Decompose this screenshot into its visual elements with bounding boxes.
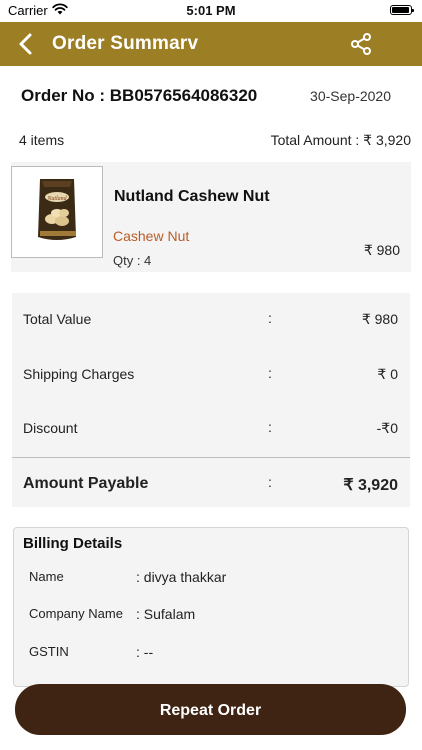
amount-payable-value: ₹ 3,920: [343, 477, 398, 494]
product-card[interactable]: Nutland Nutland Cashew Nut Cashew Nut Qt…: [11, 162, 411, 272]
amount-payable-row: Amount Payable : ₹ 3,920: [12, 469, 410, 499]
product-name: Nutland Cashew Nut: [114, 188, 270, 205]
product-image: Nutland: [11, 166, 103, 258]
billing-label: Company Name: [29, 606, 123, 621]
summary-colon: :: [268, 365, 272, 381]
total-amount: Total Amount : ₹ 3,920: [270, 132, 411, 148]
summary-label: Total Value: [23, 311, 92, 327]
billing-title: Billing Details: [23, 535, 123, 552]
order-date: 30-Sep-2020: [310, 88, 391, 104]
amount-payable-label: Amount Payable: [23, 475, 149, 492]
share-icon[interactable]: [349, 32, 373, 56]
summary-value: -₹0: [376, 420, 398, 436]
billing-value: Sufalam: [143, 606, 196, 622]
summary-divider: [12, 457, 410, 458]
billing-colon: :: [136, 569, 140, 585]
clock: 5:01 PM: [186, 3, 236, 18]
billing-company-row: Company Name : Sufalam: [14, 603, 410, 627]
billing-gstin-row: GSTIN : --: [14, 641, 410, 665]
billing-colon: :: [136, 644, 140, 660]
product-quantity: Qty : 4: [113, 253, 152, 268]
price-summary-card: Total Value : ₹ 980 Shipping Charges : ₹…: [12, 293, 410, 507]
status-bar: Carrier 5:01 PM: [0, 0, 422, 22]
repeat-order-button[interactable]: Repeat Order: [15, 684, 406, 735]
billing-name-row: Name : divya thakkar: [14, 566, 410, 590]
discount-row: Discount : -₹0: [12, 414, 410, 444]
items-count: 4 items: [19, 132, 65, 148]
billing-value: divya thakkar: [143, 569, 227, 585]
billing-label: GSTIN: [29, 644, 69, 659]
product-price: ₹ 980: [363, 242, 400, 258]
total-value-row: Total Value : ₹ 980: [12, 305, 410, 335]
summary-colon: :: [268, 419, 272, 435]
summary-value: ₹ 980: [361, 311, 398, 327]
billing-colon: :: [136, 606, 140, 622]
product-package-image: Nutland: [38, 179, 76, 240]
billing-details-card: Billing Details Name : divya thakkar Com…: [13, 527, 409, 687]
summary-colon: :: [268, 474, 272, 490]
navigation-bar: Order Summarv: [0, 22, 422, 66]
battery-icon: [390, 5, 414, 15]
summary-colon: :: [268, 310, 272, 326]
svg-text:Nutland: Nutland: [46, 196, 67, 202]
product-category: Cashew Nut: [113, 228, 190, 244]
summary-value: ₹ 0: [377, 366, 398, 382]
order-number: Order No : BB0576564086320: [21, 86, 258, 105]
shipping-charges-row: Shipping Charges : ₹ 0: [12, 360, 410, 390]
billing-label: Name: [29, 569, 64, 584]
chevron-left-icon[interactable]: [14, 31, 38, 57]
summary-label: Shipping Charges: [23, 366, 135, 382]
page-title: Order Summarv: [52, 33, 199, 54]
billing-value: --: [143, 644, 154, 660]
summary-label: Discount: [23, 420, 78, 436]
